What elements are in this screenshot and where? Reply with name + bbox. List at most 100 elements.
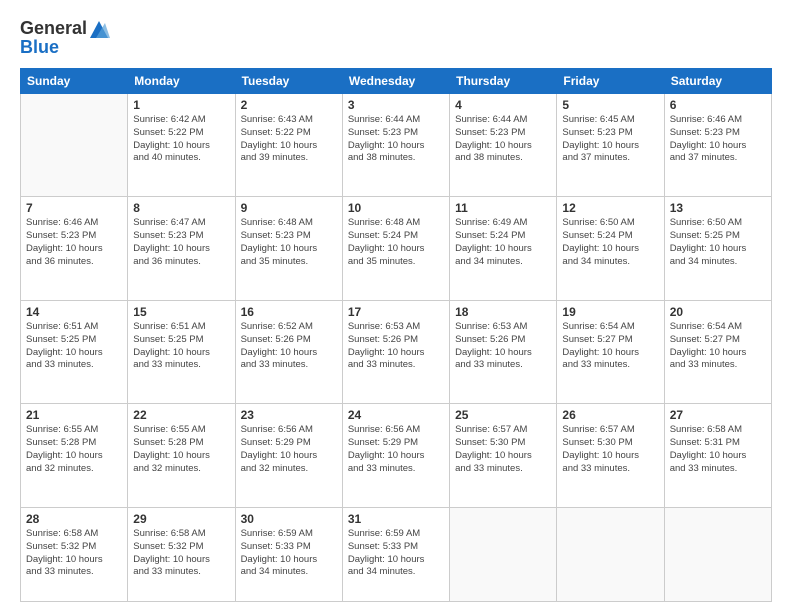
day-info: Sunrise: 6:44 AM Sunset: 5:23 PM Dayligh… (455, 114, 551, 165)
logo: General Blue (20, 18, 111, 58)
day-number: 24 (348, 408, 444, 422)
day-info: Sunrise: 6:42 AM Sunset: 5:22 PM Dayligh… (133, 114, 229, 165)
day-info: Sunrise: 6:53 AM Sunset: 5:26 PM Dayligh… (348, 321, 444, 372)
day-number: 7 (26, 201, 122, 215)
calendar-cell: 29 Sunrise: 6:58 AM Sunset: 5:32 PM Dayli… (128, 507, 235, 601)
calendar-cell (664, 507, 771, 601)
calendar-cell: 24Sunrise: 6:56 AM Sunset: 5:29 PM Dayli… (342, 404, 449, 507)
day-number: 19 (562, 305, 658, 319)
calendar-cell: 21Sunrise: 6:55 AM Sunset: 5:28 PM Dayli… (21, 404, 128, 507)
day-info: Sunrise: 6:50 AM Sunset: 5:24 PM Dayligh… (562, 217, 658, 268)
week-row-4: 28 Sunrise: 6:58 AM Sunset: 5:32 PM Dayli… (21, 507, 772, 601)
day-info: Sunrise: 6:53 AM Sunset: 5:26 PM Dayligh… (455, 321, 551, 372)
calendar-cell: 9 Sunrise: 6:48 AM Sunset: 5:23 PM Daylig… (235, 197, 342, 300)
day-number: 25 (455, 408, 551, 422)
day-info: Sunrise: 6:59 AM Sunset: 5:33 PM Dayligh… (348, 528, 444, 579)
day-info: Sunrise: 6:56 AM Sunset: 5:29 PM Dayligh… (241, 424, 337, 475)
day-info: Sunrise: 6:55 AM Sunset: 5:28 PM Dayligh… (133, 424, 229, 475)
page: General Blue SundayMondayTuesdayWednesda… (0, 0, 792, 612)
day-number: 14 (26, 305, 122, 319)
weekday-header-wednesday: Wednesday (342, 69, 449, 94)
day-info: Sunrise: 6:47 AM Sunset: 5:23 PM Dayligh… (133, 217, 229, 268)
day-info: Sunrise: 6:58 AM Sunset: 5:32 PM Dayligh… (133, 528, 229, 579)
calendar-cell: 3 Sunrise: 6:44 AM Sunset: 5:23 PM Daylig… (342, 94, 449, 197)
calendar-cell: 22 Sunrise: 6:55 AM Sunset: 5:28 PM Dayli… (128, 404, 235, 507)
weekday-header-monday: Monday (128, 69, 235, 94)
day-info: Sunrise: 6:49 AM Sunset: 5:24 PM Dayligh… (455, 217, 551, 268)
calendar-cell: 13 Sunrise: 6:50 AM Sunset: 5:25 PM Dayli… (664, 197, 771, 300)
day-info: Sunrise: 6:50 AM Sunset: 5:25 PM Dayligh… (670, 217, 766, 268)
day-number: 5 (562, 98, 658, 112)
day-info: Sunrise: 6:46 AM Sunset: 5:23 PM Dayligh… (26, 217, 122, 268)
day-number: 3 (348, 98, 444, 112)
weekday-header-row: SundayMondayTuesdayWednesdayThursdayFrid… (21, 69, 772, 94)
day-number: 21 (26, 408, 122, 422)
calendar-cell: 26Sunrise: 6:57 AM Sunset: 5:30 PM Dayli… (557, 404, 664, 507)
day-number: 28 (26, 512, 122, 526)
day-info: Sunrise: 6:57 AM Sunset: 5:30 PM Dayligh… (562, 424, 658, 475)
calendar-cell: 8 Sunrise: 6:47 AM Sunset: 5:23 PM Daylig… (128, 197, 235, 300)
day-info: Sunrise: 6:45 AM Sunset: 5:23 PM Dayligh… (562, 114, 658, 165)
day-number: 20 (670, 305, 766, 319)
calendar-cell: 12 Sunrise: 6:50 AM Sunset: 5:24 PM Dayli… (557, 197, 664, 300)
calendar-cell: 11 Sunrise: 6:49 AM Sunset: 5:24 PM Dayli… (450, 197, 557, 300)
day-number: 9 (241, 201, 337, 215)
day-info: Sunrise: 6:48 AM Sunset: 5:23 PM Dayligh… (241, 217, 337, 268)
calendar-cell: 20 Sunrise: 6:54 AM Sunset: 5:27 PM Dayli… (664, 300, 771, 403)
calendar-cell: 14 Sunrise: 6:51 AM Sunset: 5:25 PM Dayli… (21, 300, 128, 403)
calendar-cell: 25 Sunrise: 6:57 AM Sunset: 5:30 PM Dayli… (450, 404, 557, 507)
calendar-cell: 31 Sunrise: 6:59 AM Sunset: 5:33 PM Dayli… (342, 507, 449, 601)
day-number: 8 (133, 201, 229, 215)
day-info: Sunrise: 6:51 AM Sunset: 5:25 PM Dayligh… (133, 321, 229, 372)
calendar-cell (557, 507, 664, 601)
calendar-cell: 5 Sunrise: 6:45 AM Sunset: 5:23 PM Daylig… (557, 94, 664, 197)
day-number: 11 (455, 201, 551, 215)
calendar-cell: 7 Sunrise: 6:46 AM Sunset: 5:23 PM Daylig… (21, 197, 128, 300)
weekday-header-tuesday: Tuesday (235, 69, 342, 94)
day-info: Sunrise: 6:58 AM Sunset: 5:32 PM Dayligh… (26, 528, 122, 579)
weekday-header-thursday: Thursday (450, 69, 557, 94)
day-number: 18 (455, 305, 551, 319)
day-info: Sunrise: 6:54 AM Sunset: 5:27 PM Dayligh… (670, 321, 766, 372)
day-info: Sunrise: 6:54 AM Sunset: 5:27 PM Dayligh… (562, 321, 658, 372)
day-info: Sunrise: 6:44 AM Sunset: 5:23 PM Dayligh… (348, 114, 444, 165)
day-number: 16 (241, 305, 337, 319)
day-number: 2 (241, 98, 337, 112)
day-info: Sunrise: 6:46 AM Sunset: 5:23 PM Dayligh… (670, 114, 766, 165)
logo-blue-text: Blue (20, 37, 59, 58)
calendar-cell: 6 Sunrise: 6:46 AM Sunset: 5:23 PM Daylig… (664, 94, 771, 197)
day-number: 22 (133, 408, 229, 422)
day-number: 23 (241, 408, 337, 422)
weekday-header-friday: Friday (557, 69, 664, 94)
calendar-cell: 2Sunrise: 6:43 AM Sunset: 5:22 PM Daylig… (235, 94, 342, 197)
header: General Blue (20, 18, 772, 58)
day-number: 12 (562, 201, 658, 215)
logo-general-text: General (20, 18, 87, 39)
day-info: Sunrise: 6:51 AM Sunset: 5:25 PM Dayligh… (26, 321, 122, 372)
day-info: Sunrise: 6:48 AM Sunset: 5:24 PM Dayligh… (348, 217, 444, 268)
day-number: 4 (455, 98, 551, 112)
calendar-cell: 27Sunrise: 6:58 AM Sunset: 5:31 PM Dayli… (664, 404, 771, 507)
weekday-header-saturday: Saturday (664, 69, 771, 94)
calendar-cell: 30Sunrise: 6:59 AM Sunset: 5:33 PM Dayli… (235, 507, 342, 601)
calendar-cell (450, 507, 557, 601)
day-number: 10 (348, 201, 444, 215)
week-row-1: 7 Sunrise: 6:46 AM Sunset: 5:23 PM Daylig… (21, 197, 772, 300)
calendar-cell: 18 Sunrise: 6:53 AM Sunset: 5:26 PM Dayli… (450, 300, 557, 403)
day-number: 31 (348, 512, 444, 526)
week-row-0: 1Sunrise: 6:42 AM Sunset: 5:22 PM Daylig… (21, 94, 772, 197)
day-number: 13 (670, 201, 766, 215)
calendar-cell: 4 Sunrise: 6:44 AM Sunset: 5:23 PM Daylig… (450, 94, 557, 197)
day-info: Sunrise: 6:57 AM Sunset: 5:30 PM Dayligh… (455, 424, 551, 475)
calendar-cell: 1Sunrise: 6:42 AM Sunset: 5:22 PM Daylig… (128, 94, 235, 197)
week-row-3: 21 Sunrise: 6:55 AM Sunset: 5:28 PM Dayli… (21, 404, 772, 507)
weekday-header-sunday: Sunday (21, 69, 128, 94)
day-number: 15 (133, 305, 229, 319)
calendar-cell: 17 Sunrise: 6:53 AM Sunset: 5:26 PM Dayli… (342, 300, 449, 403)
day-info: Sunrise: 6:52 AM Sunset: 5:26 PM Dayligh… (241, 321, 337, 372)
day-info: Sunrise: 6:59 AM Sunset: 5:33 PM Dayligh… (241, 528, 337, 579)
day-number: 17 (348, 305, 444, 319)
day-number: 6 (670, 98, 766, 112)
day-number: 29 (133, 512, 229, 526)
calendar-cell: 15 Sunrise: 6:51 AM Sunset: 5:25 PM Dayli… (128, 300, 235, 403)
